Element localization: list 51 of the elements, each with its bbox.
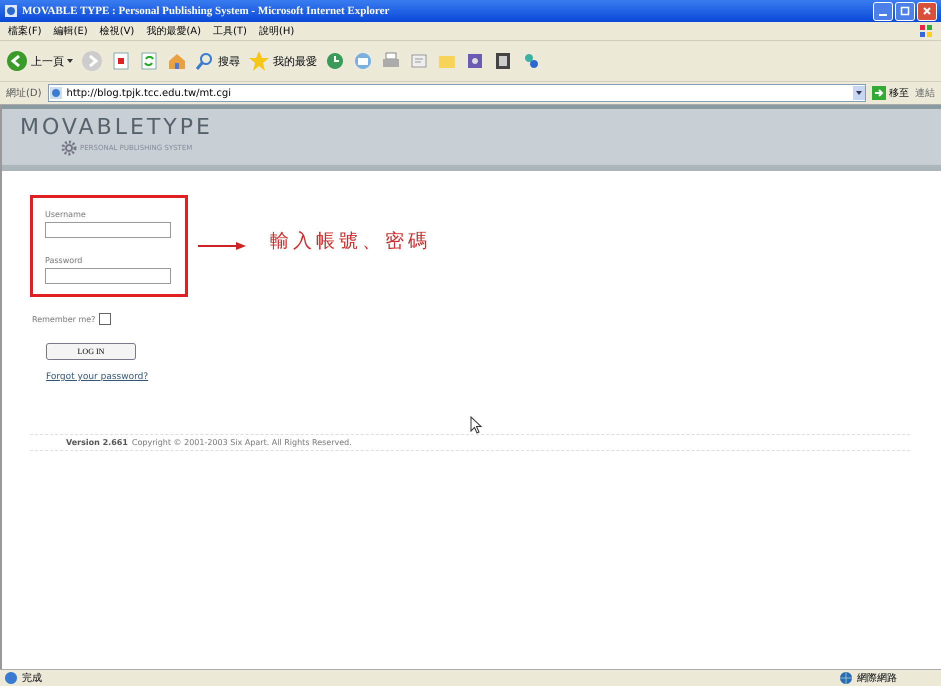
input-field[interactable] <box>45 268 171 284</box>
caret-icon <box>67 59 73 63</box>
menu-item[interactable]: 說明(H) <box>258 24 294 38</box>
minimize-button[interactable] <box>873 2 893 20</box>
menu-item[interactable]: 檢視(V) <box>100 24 134 38</box>
home-icon[interactable] <box>167 51 187 71</box>
page-icon <box>4 671 18 685</box>
input-field[interactable] <box>45 222 171 238</box>
dropdown-icon[interactable] <box>853 86 865 100</box>
menu-item[interactable]: 檔案(F) <box>8 24 42 38</box>
browser-icon <box>4 4 18 18</box>
login-button[interactable]: LOG IN <box>46 343 136 360</box>
gear-icon <box>60 139 78 157</box>
address-label: 網址(D) <box>6 86 42 100</box>
go-arrow-icon <box>872 86 886 100</box>
checkbox[interactable] <box>99 313 112 325</box>
annotation-text: 輸入帳號、密碼 <box>270 229 431 254</box>
field-label: Password <box>45 256 84 265</box>
menu-item[interactable]: 編輯(E) <box>54 24 88 38</box>
menu-item[interactable]: 工具(T) <box>213 24 247 38</box>
search-icon <box>195 51 215 71</box>
zone-text: 網際網路 <box>857 672 897 685</box>
history-icon[interactable] <box>325 51 345 71</box>
windows-logo-icon <box>919 24 933 38</box>
field-label: Username <box>45 210 87 219</box>
maximize-button[interactable] <box>895 2 915 20</box>
close-icon <box>922 6 932 16</box>
copyright-text: Copyright © 2001-2003 Six Apart. All Rights Reserved. <box>132 438 352 447</box>
favorites-button[interactable]: 我的最愛 <box>248 50 317 72</box>
version-text: Version 2.661 <box>66 438 128 447</box>
star-icon <box>248 50 270 72</box>
maximize-icon <box>900 6 910 16</box>
logo-text: MOVABLETYPE <box>20 117 213 139</box>
window-title: MOVABLE TYPE : Personal Publishing System - Microsoft Internet Explorer <box>22 5 390 17</box>
close-button[interactable] <box>917 2 937 20</box>
go-button[interactable]: 移至 <box>872 86 909 100</box>
arrow <box>198 241 248 251</box>
stop-icon[interactable] <box>111 51 131 71</box>
forgot-password-link[interactable]: Forgot your password? <box>46 372 148 382</box>
globe-icon <box>839 671 853 685</box>
checkbox-label: Remember me? <box>32 314 96 324</box>
cursor-icon <box>470 416 482 434</box>
menu-item[interactable]: 我的最愛(A) <box>146 24 201 38</box>
address-field[interactable]: http://blog.tpjk.tcc.edu.tw/mt.cgi <box>48 84 866 102</box>
search-button[interactable]: 搜尋 <box>195 51 240 71</box>
minimize-icon <box>879 14 887 16</box>
links-label[interactable]: 連結 <box>915 86 935 100</box>
page-icon <box>48 86 63 100</box>
status-text: 完成 <box>22 672 42 685</box>
refresh-icon[interactable] <box>139 51 159 71</box>
back-button[interactable]: 上一頁 <box>6 50 73 72</box>
